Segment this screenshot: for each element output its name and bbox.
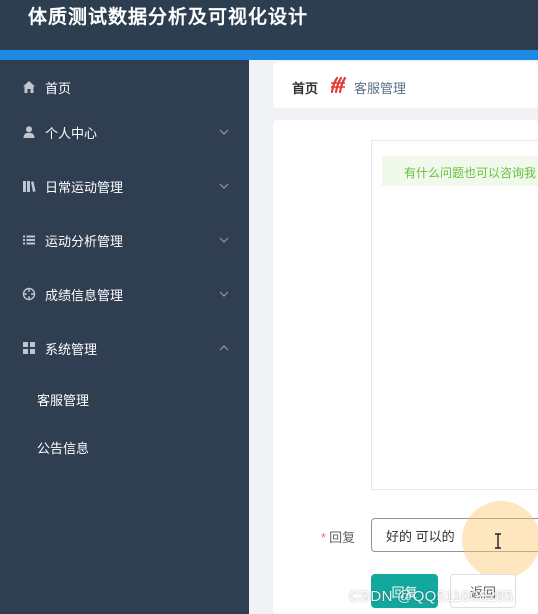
- sidebar-subitem-label: 客服管理: [37, 392, 90, 408]
- sidebar-item-label: 成绩信息管理: [45, 287, 124, 303]
- books-icon: [21, 178, 37, 194]
- sidebar-item-system[interactable]: 系统管理: [0, 321, 249, 375]
- app-header: 体质测试数据分析及可视化设计: [0, 0, 538, 50]
- crosshair-icon: [21, 286, 37, 302]
- user-icon: [21, 124, 37, 140]
- chevron-down-icon: [218, 126, 230, 138]
- chat-message: 有什么问题也可以咨询我: [382, 156, 538, 186]
- sidebar-item-label: 个人中心: [45, 125, 98, 141]
- list-icon: [21, 232, 37, 248]
- decorative-separator-icon: [329, 76, 347, 94]
- chevron-down-icon: [218, 288, 230, 300]
- sidebar-subitem-customer-service[interactable]: 客服管理: [0, 375, 249, 423]
- sidebar-item-score-info[interactable]: 成绩信息管理: [0, 267, 249, 321]
- back-button[interactable]: 返回: [450, 574, 516, 608]
- reply-button[interactable]: 回复: [371, 574, 438, 608]
- sidebar: 首页 个人中心 日常运动管理 运动分析管理 成绩信息管理 系统管理 客服管理 公…: [0, 60, 249, 614]
- text-cursor-icon: [493, 533, 503, 549]
- home-icon: [21, 79, 37, 95]
- reply-label-text: 回复: [329, 530, 356, 545]
- sidebar-item-label: 运动分析管理: [45, 233, 124, 249]
- app-title: 体质测试数据分析及可视化设计: [28, 7, 309, 28]
- breadcrumb-current: 客服管理: [354, 81, 407, 96]
- sidebar-item-label: 日常运动管理: [45, 179, 124, 195]
- reply-label: * 回复: [321, 527, 355, 546]
- breadcrumb-home[interactable]: 首页: [292, 78, 318, 97]
- breadcrumb: 首页 客服管理: [273, 62, 538, 108]
- required-mark: *: [321, 530, 327, 545]
- sidebar-item-daily-exercise[interactable]: 日常运动管理: [0, 159, 249, 213]
- chevron-down-icon: [218, 180, 230, 192]
- sidebar-subitem-label: 公告信息: [37, 440, 90, 456]
- sidebar-item-label: 首页: [45, 80, 72, 96]
- sidebar-item-personal-center[interactable]: 个人中心: [0, 105, 249, 159]
- sidebar-subitem-announcements[interactable]: 公告信息: [0, 423, 249, 471]
- sidebar-item-label: 系统管理: [45, 341, 98, 357]
- chevron-down-icon: [218, 234, 230, 246]
- chevron-up-icon: [218, 342, 230, 354]
- sidebar-item-exercise-analysis[interactable]: 运动分析管理: [0, 213, 249, 267]
- header-accent-bar: [0, 50, 538, 60]
- grid-icon: [21, 340, 37, 356]
- reply-input[interactable]: [371, 518, 538, 552]
- chat-message-box[interactable]: 有什么问题也可以咨询我: [371, 140, 538, 490]
